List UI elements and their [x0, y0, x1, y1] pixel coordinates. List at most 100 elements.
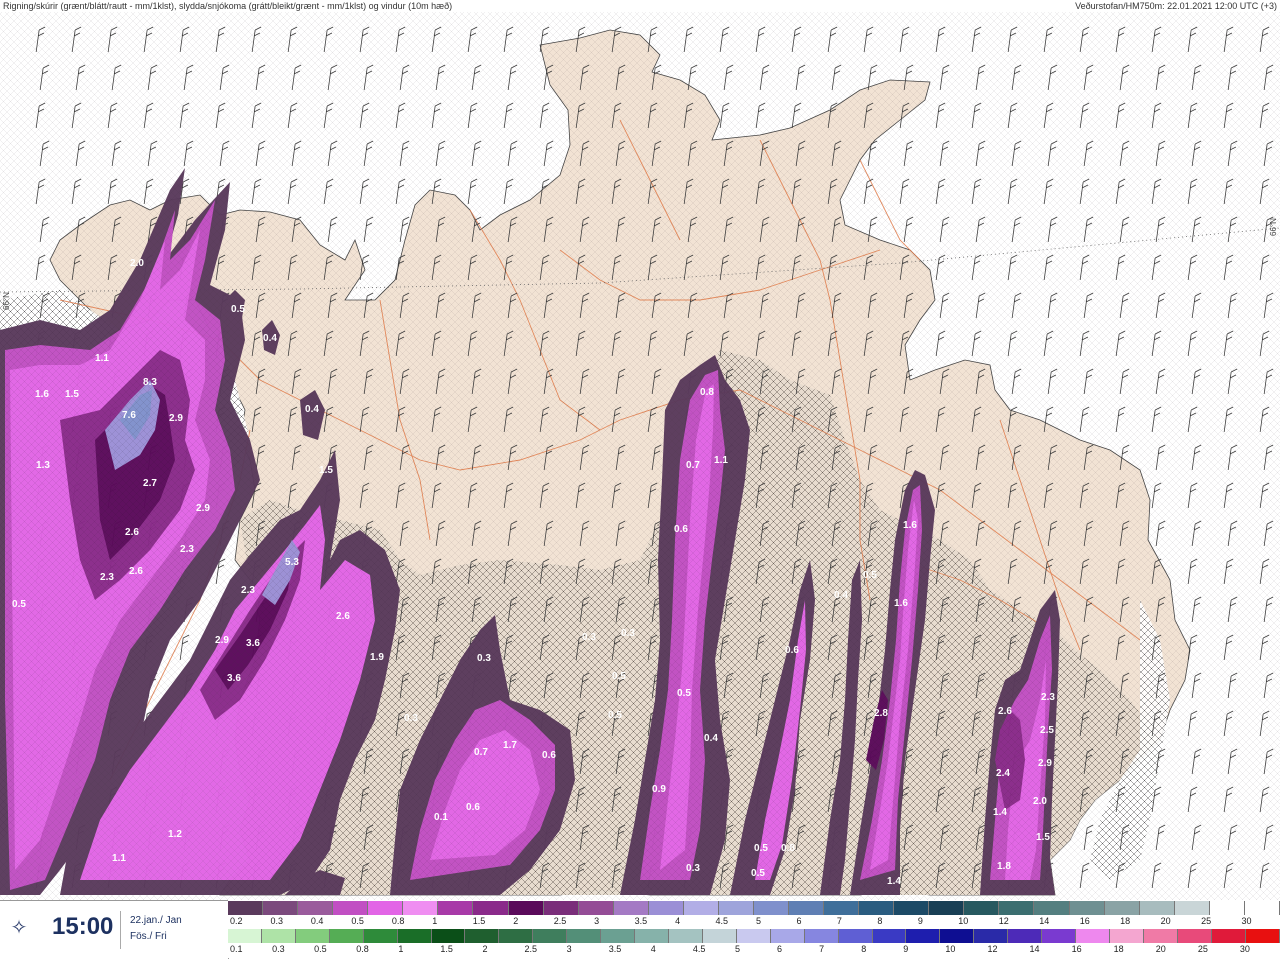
legend-label: 8: [861, 944, 867, 954]
precip-value-label: 2.4: [996, 768, 1010, 779]
precip-value-label: 1.6: [894, 598, 908, 609]
precip-value-label: 2.9: [196, 503, 210, 514]
precip-value-label: 1.7: [503, 740, 517, 751]
precip-value-label: 2.9: [215, 635, 229, 646]
precip-value-label: 0.4: [305, 404, 319, 415]
precip-value-label: 2.0: [130, 258, 144, 269]
precip-value-label: 0.4: [263, 333, 277, 344]
legend-swatch: [1069, 901, 1105, 915]
legend-label: 0.5: [314, 944, 327, 954]
precip-value-label: 7.6: [122, 410, 136, 421]
legend-swatch: [363, 929, 398, 943]
legend-label: 14: [1029, 944, 1040, 954]
precip-value-label: 1.3: [36, 460, 50, 471]
forecast-time: 15:00: [52, 913, 114, 940]
precip-value-label: 2.7: [143, 478, 157, 489]
legend-label: 12: [987, 944, 998, 954]
legend-swatch: [601, 929, 636, 943]
legend-label: 2: [482, 944, 488, 954]
precip-value-label: 1.6: [903, 520, 917, 531]
legend-label: 25: [1201, 916, 1212, 926]
legend-swatch: [263, 901, 299, 915]
legend-swatch: [1143, 929, 1178, 943]
legend-label: 8: [877, 916, 883, 926]
legend-swatch: [261, 929, 296, 943]
precip-value-label: 0.9: [652, 784, 666, 795]
precip-legend: 0.2 0.3 0.4 0.5 0.8 1 1.5 2 2.5 3 3.5 4 4.5 5 6 7 8 9 10 12…: [228, 900, 1280, 958]
legend-label: 2: [513, 916, 519, 926]
legend-swatch: [1139, 901, 1175, 915]
legend-swatch: [859, 901, 895, 915]
forecast-day: Fös./ Fri: [130, 931, 167, 942]
precip-value-label: 1.1: [112, 853, 126, 864]
precip-value-label: 1.1: [95, 353, 109, 364]
legend-swatch: [1034, 901, 1070, 915]
legend-swatch: [964, 901, 1000, 915]
legend-swatch: [1177, 929, 1212, 943]
legend-label: 6: [796, 916, 802, 926]
precip-value-label: 0.5: [231, 304, 245, 315]
legend-label: 14: [1039, 916, 1050, 926]
legend-swatch: [974, 929, 1009, 943]
precip-layer: [0, 0, 1280, 900]
precip-value-label: 0.5: [608, 710, 622, 721]
legend-swatch: [431, 929, 466, 943]
legend-label: 9: [917, 916, 923, 926]
precip-value-label: 0.6: [785, 645, 799, 656]
legend-label: 18: [1120, 916, 1131, 926]
precip-value-label: 2.0: [1033, 796, 1047, 807]
time-panel-divider: [120, 911, 121, 949]
legend-swatch: [929, 901, 965, 915]
legend-swatch: [1076, 929, 1110, 943]
precip-value-label: 0.7: [474, 747, 488, 758]
weather-map[interactable]: 2.0 0.5 0.4 1.1 8.3 1.6 1.5 7.6 2.9 0.4 1.3 2.7 1.5 2…: [0, 0, 1280, 958]
precip-value-label: 2.5: [1040, 725, 1054, 736]
precip-value-label: 0.4: [704, 733, 718, 744]
legend-label: 0.5: [351, 916, 364, 926]
legend-swatch: [824, 901, 860, 915]
legend-swatch: [999, 901, 1035, 915]
legend-swatch: [668, 929, 703, 943]
precip-value-label: 2.9: [169, 413, 183, 424]
legend-swatch: [1211, 929, 1246, 943]
legend-label: 16: [1071, 944, 1082, 954]
precip-value-label: 2.3: [180, 544, 194, 555]
legend-swatch: [567, 929, 602, 943]
legend-label: 30: [1239, 944, 1250, 954]
legend-swatch: [1008, 929, 1043, 943]
legend-swatch: [298, 901, 334, 915]
legend-label: 12: [998, 916, 1009, 926]
legend-swatch: [543, 901, 579, 915]
legend-swatch: [940, 929, 975, 943]
legend-label: 7: [836, 916, 842, 926]
legend-swatch: [789, 901, 825, 915]
precip-value-label: 0.5: [12, 599, 26, 610]
precip-value-label: 1.9: [370, 652, 384, 663]
precip-value-label: 0.5: [612, 671, 626, 682]
precip-value-label: 1.5: [319, 465, 333, 476]
legend-swatch: [499, 929, 534, 943]
legend-label: 2.5: [524, 944, 538, 954]
legend-swatch: [648, 901, 684, 915]
legend-label: 25: [1197, 944, 1208, 954]
precip-value-label: 0.6: [674, 524, 688, 535]
precip-value-label: 0.7: [686, 460, 700, 471]
legend-swatch: [906, 929, 941, 943]
legend-label: 18: [1113, 944, 1124, 954]
precip-value-label: 1.4: [993, 807, 1007, 818]
precip-value-label: 0.8: [700, 387, 714, 398]
precip-value-label: 2.6: [129, 566, 143, 577]
legend-label: 9: [903, 944, 909, 954]
legend-swatch: [228, 901, 264, 915]
legend-swatch: [1042, 929, 1077, 943]
latitude-label-left: 66°N: [2, 292, 11, 310]
legend-swatch: [403, 901, 439, 915]
model-run-info: Veðurstofan/HM750m: 22.01.2021 12:00 UTC…: [1075, 1, 1277, 11]
precip-value-label: 3.6: [246, 638, 260, 649]
precip-value-label: 1.5: [1036, 832, 1050, 843]
legend-swatch: [613, 901, 649, 915]
precip-value-label: 1.2: [168, 829, 182, 840]
precip-value-label: 2.8: [874, 708, 888, 719]
legend-label: 3.5: [608, 944, 622, 954]
precip-value-label: 1.1: [714, 455, 728, 466]
